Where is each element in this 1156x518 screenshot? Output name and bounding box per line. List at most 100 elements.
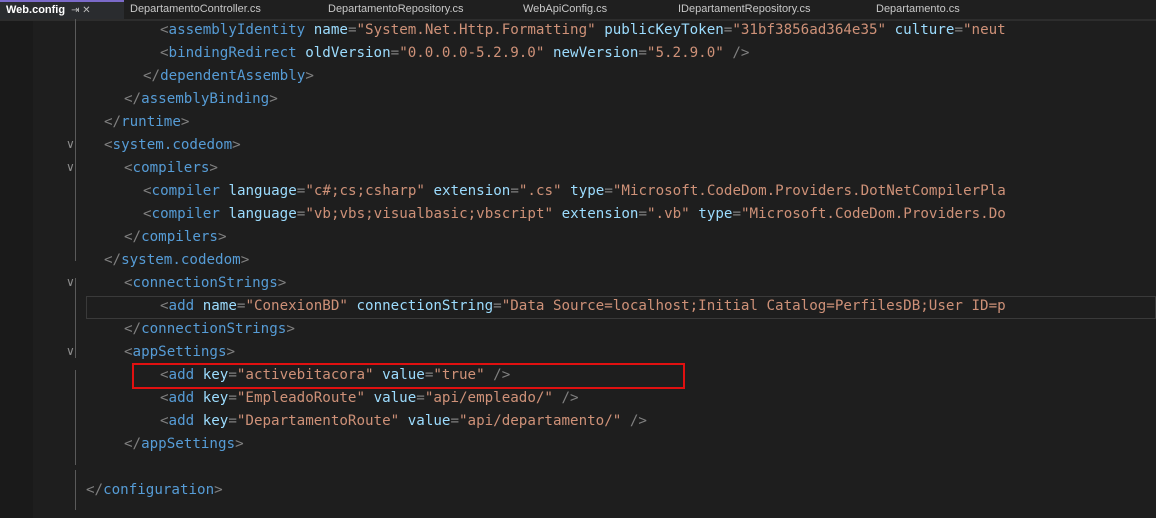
code-token: < [104, 137, 113, 153]
code-token: assemblyBinding [141, 91, 270, 107]
code-token: < [160, 22, 169, 38]
code-token: > [214, 482, 223, 498]
chevron-down-icon[interactable]: ∨ [66, 275, 75, 289]
fold-guide-line [75, 163, 76, 261]
code-editor[interactable]: ∨ ∨ ∨ ∨ <assemblyIdentity name="System.Net.… [0, 19, 1156, 518]
code-line[interactable]: <compiler language = "vb;vbs;visualbasic;v… [143, 203, 1006, 226]
code-token: "5.2.9.0" [646, 45, 724, 61]
code-token: name [313, 22, 348, 38]
code-line[interactable]: <compilers> [124, 157, 218, 180]
code-token: "Microsoft.CodeDom.Providers.Do [741, 206, 1006, 222]
code-token: = [228, 390, 237, 406]
code-token: < [124, 275, 133, 291]
tab-departamento[interactable]: Departamento.cs [870, 0, 1015, 19]
code-token: type [570, 183, 605, 199]
code-line[interactable]: </connectionStrings> [124, 318, 295, 341]
code-token: type [698, 206, 733, 222]
code-token: key [202, 413, 229, 429]
editor-margin [0, 21, 33, 518]
code-token: > [226, 344, 236, 360]
code-token: > [235, 436, 244, 452]
code-token: </ [104, 252, 122, 268]
tab-bar: Web.config ⇥ ✕ DepartamentoController.cs … [0, 0, 1156, 21]
code-line[interactable]: </configuration> [86, 479, 223, 502]
tab-idepartament-repository[interactable]: IDepartamentRepository.cs [672, 0, 870, 19]
tab-web-config[interactable]: Web.config ⇥ ✕ [0, 0, 124, 19]
tab-label: Departamento.cs [876, 3, 960, 15]
code-line[interactable]: <compiler language = "c#;cs;csharp" extens… [143, 180, 1006, 203]
code-token: dependentAssembly [160, 68, 306, 84]
code-token: "Microsoft.CodeDom.Providers.DotNetCompi… [612, 183, 1006, 199]
code-token: </ [86, 482, 104, 498]
tab-label: DepartamentoController.cs [130, 3, 261, 15]
code-token: ".vb" [647, 206, 690, 222]
code-token: > [286, 321, 295, 337]
code-line[interactable]: </appSettings> [124, 433, 244, 456]
code-token: publicKeyToken [604, 22, 724, 38]
tab-webapi-config[interactable]: WebApiConfig.cs [517, 0, 672, 19]
code-token: "0.0.0.0-5.2.9.0" [399, 45, 545, 61]
code-token: system.codedom [121, 252, 241, 268]
code-token: language [228, 206, 297, 222]
code-token: culture [894, 22, 955, 38]
tab-departamento-repository[interactable]: DepartamentoRepository.cs [322, 0, 517, 19]
code-token: add [168, 413, 195, 429]
code-token: < [124, 344, 133, 360]
code-token: appSettings [132, 344, 227, 360]
code-token: "ConexionBD" [245, 298, 348, 314]
code-token: configuration [103, 482, 215, 498]
code-token: add [168, 390, 195, 406]
code-line[interactable]: </compilers> [124, 226, 227, 249]
code-token: /> [732, 45, 750, 61]
code-token: extension [561, 206, 639, 222]
code-token: > [217, 229, 227, 245]
code-token: "api/departamento/" [459, 413, 622, 429]
chevron-down-icon[interactable]: ∨ [66, 160, 75, 174]
code-token: < [160, 413, 169, 429]
code-token: > [269, 91, 278, 107]
code-line[interactable]: <appSettings> [124, 341, 235, 364]
code-token: < [160, 390, 169, 406]
code-token: = [493, 298, 502, 314]
code-line[interactable]: </runtime> [104, 111, 189, 134]
tab-close-icon[interactable]: ⇥ ✕ [71, 5, 91, 16]
code-token: add [168, 298, 195, 314]
code-token: </ [143, 68, 161, 84]
code-token: > [277, 275, 287, 291]
code-token: key [202, 390, 229, 406]
chevron-down-icon[interactable]: ∨ [66, 344, 75, 358]
chevron-down-icon[interactable]: ∨ [66, 137, 75, 151]
code-line[interactable]: </dependentAssembly> [143, 65, 314, 88]
code-token: extension [433, 183, 511, 199]
code-line[interactable]: </system.codedom> [104, 249, 249, 272]
code-token: connectionStrings [132, 275, 278, 291]
code-token: system.codedom [112, 137, 233, 153]
code-token: connectionStrings [141, 321, 287, 337]
code-line[interactable]: <system.codedom> [104, 134, 241, 157]
code-line[interactable]: </assemblyBinding> [124, 88, 278, 111]
code-token: = [416, 390, 425, 406]
code-line[interactable]: <add key="EmpleadoRoute" value="api/empl… [160, 387, 579, 410]
code-line[interactable]: <connectionStrings> [124, 272, 286, 295]
code-token: runtime [121, 114, 181, 130]
code-token: oldVersion [305, 45, 391, 61]
code-token: "Data Source=localhost;Initial Catalog=P… [501, 298, 1006, 314]
code-line[interactable]: <add key="DepartamentoRoute" value="api/… [160, 410, 647, 433]
code-token: bindingRedirect [168, 45, 297, 61]
code-token: value [373, 390, 417, 406]
code-token: appSettings [141, 436, 236, 452]
code-token: = [228, 413, 237, 429]
code-line[interactable]: <bindingRedirect oldVersion="0.0.0.0-5.2… [160, 42, 749, 65]
tab-departamento-controller[interactable]: DepartamentoController.cs [124, 0, 322, 19]
fold-guide-line [75, 470, 76, 510]
code-token: assemblyIdentity [168, 22, 306, 38]
code-token: < [160, 298, 169, 314]
code-line[interactable]: <assemblyIdentity name = "System.Net.Http.… [160, 19, 1006, 42]
code-line[interactable]: <add name="ConexionBD" connectionString=… [160, 295, 1006, 318]
